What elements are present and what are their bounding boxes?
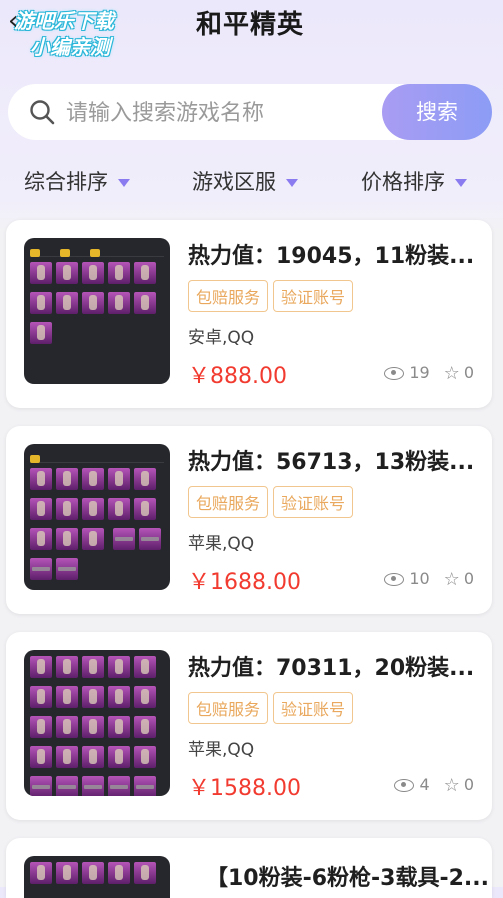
listing-platform: 安卓,QQ	[188, 328, 255, 348]
page-title: 和平精英	[196, 10, 305, 40]
filter-server[interactable]: 游戏区服	[192, 166, 298, 198]
favorite-count: 0	[463, 775, 474, 794]
filter-label: 综合排序	[24, 170, 108, 194]
watermark-line1: 游吧乐下载	[14, 9, 114, 33]
listing-card[interactable]: 热力值：19045，11粉装... 包赔服务 验证账号 安卓,QQ ￥888.00…	[6, 220, 492, 408]
listing-title: 热力值：19045，11粉装...	[188, 244, 475, 269]
favorite-count: 0	[463, 363, 474, 382]
eye-icon	[384, 367, 405, 380]
filter-label: 价格排序	[361, 170, 445, 194]
listing-thumbnail	[24, 856, 170, 898]
listing-tags: 包赔服务 验证账号	[188, 280, 358, 312]
header: 游吧乐下载 小编亲测 ‹ 和平精英	[0, 0, 503, 70]
search-input[interactable]	[64, 84, 368, 142]
caret-down-icon	[286, 179, 298, 187]
filter-label: 游戏区服	[192, 170, 276, 194]
listing-tags: 包赔服务 验证账号	[188, 692, 358, 724]
listing-price: ￥888.00	[188, 364, 287, 389]
listing-price: ￥1588.00	[188, 776, 301, 801]
listing-card[interactable]: 【10粉装-6粉枪-3载具-2...	[6, 838, 492, 898]
search-bar: 搜索	[8, 84, 492, 142]
listing-thumbnail	[24, 238, 170, 384]
filter-sort-price[interactable]: 价格排序	[361, 166, 467, 198]
favorite-count: 0	[463, 569, 474, 588]
back-arrow-icon[interactable]: ‹	[8, 6, 28, 36]
caret-down-icon	[455, 179, 467, 187]
caret-down-icon	[118, 179, 130, 187]
filter-sort-overall[interactable]: 综合排序	[24, 166, 130, 198]
filter-bar: 综合排序 游戏区服 价格排序	[0, 160, 503, 204]
listing-card[interactable]: 热力值：56713，13粉装... 包赔服务 验证账号 苹果,QQ ￥1688.0…	[6, 426, 492, 614]
listing-title: 【10粉装-6粉枪-3载具-2...	[206, 866, 490, 891]
star-icon[interactable]: ☆	[444, 775, 460, 796]
eye-icon	[394, 779, 415, 792]
listing-stats: 4 ☆ 0	[394, 775, 474, 796]
listing-thumbnail	[24, 650, 170, 796]
watermark-line2: 小编亲测	[30, 35, 110, 59]
tag-verified: 验证账号	[273, 280, 354, 312]
star-icon[interactable]: ☆	[444, 569, 460, 590]
search-button[interactable]: 搜索	[382, 84, 492, 140]
listing-platform: 苹果,QQ	[188, 534, 255, 554]
tag-compensation: 包赔服务	[188, 692, 269, 724]
listing-platform: 苹果,QQ	[188, 740, 255, 760]
listing-thumbnail	[24, 444, 170, 590]
listing-stats: 10 ☆ 0	[384, 569, 474, 590]
tag-verified: 验证账号	[273, 486, 354, 518]
view-count: 19	[409, 363, 430, 382]
view-count: 10	[409, 569, 430, 588]
tag-compensation: 包赔服务	[188, 280, 269, 312]
listing-tags: 包赔服务 验证账号	[188, 486, 358, 518]
view-count: 4	[419, 775, 430, 794]
listing-title: 热力值：56713，13粉装...	[188, 450, 475, 475]
eye-icon	[384, 573, 405, 586]
star-icon[interactable]: ☆	[444, 363, 460, 384]
listing-price: ￥1688.00	[188, 570, 301, 595]
search-icon	[30, 100, 55, 125]
listing-card[interactable]: 热力值：70311，20粉装... 包赔服务 验证账号 苹果,QQ ￥1588.0…	[6, 632, 492, 820]
listing-stats: 19 ☆ 0	[384, 363, 474, 384]
listing-title: 热力值：70311，20粉装...	[188, 656, 475, 681]
tag-verified: 验证账号	[273, 692, 354, 724]
watermark-logo: 游吧乐下载 小编亲测	[14, 8, 144, 66]
tag-compensation: 包赔服务	[188, 486, 269, 518]
